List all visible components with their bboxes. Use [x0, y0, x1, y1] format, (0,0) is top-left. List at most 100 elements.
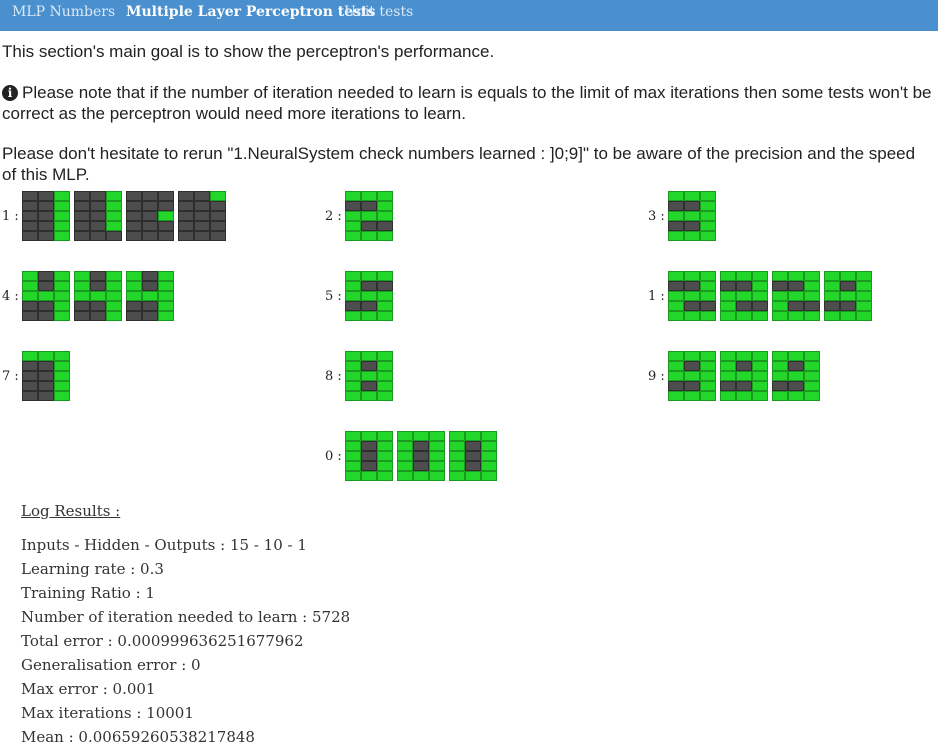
- intro-rerun: Please don't hesitate to rerun "1.Neural…: [2, 144, 916, 184]
- pixel-on: [428, 431, 445, 441]
- test-label: 5 :: [325, 288, 342, 304]
- pixel-off: [751, 301, 768, 311]
- pixel-off: [193, 201, 210, 211]
- pixel-on: [360, 291, 377, 301]
- pixel-on: [803, 391, 820, 401]
- pixel-off: [735, 301, 752, 311]
- pixel-on: [428, 471, 445, 481]
- pixel-off: [787, 301, 804, 311]
- pixel-off: [683, 281, 700, 291]
- pixel-off: [105, 231, 122, 241]
- pixel-off: [37, 391, 54, 401]
- pixel-off: [344, 201, 361, 211]
- pixel-on: [480, 461, 497, 471]
- pixel-on: [21, 271, 38, 281]
- pixel-on: [89, 291, 106, 301]
- pixel-on: [105, 291, 122, 301]
- pixel-on: [803, 361, 820, 371]
- pixel-on: [73, 291, 90, 301]
- pixel-on: [823, 281, 840, 291]
- pixel-on: [699, 351, 716, 361]
- pixel-on: [105, 281, 122, 291]
- pixel-on: [53, 391, 70, 401]
- pixel-off: [360, 441, 377, 451]
- pixel-off: [823, 301, 840, 311]
- pixel-off: [360, 461, 377, 471]
- test-group: 3 :: [648, 191, 720, 241]
- pixel-off: [787, 381, 804, 391]
- pixel-off: [21, 191, 38, 201]
- digit-grid: [344, 431, 393, 481]
- pixel-off: [37, 231, 54, 241]
- pixel-on: [105, 221, 122, 231]
- pixel-on: [464, 471, 481, 481]
- pixel-on: [719, 271, 736, 281]
- pixel-off: [21, 381, 38, 391]
- pixel-off: [73, 311, 90, 321]
- digit-grid: [125, 191, 174, 241]
- pixel-on: [787, 291, 804, 301]
- pixel-off: [141, 201, 158, 211]
- pixel-on: [396, 441, 413, 451]
- pixel-on: [209, 191, 226, 201]
- pixel-on: [751, 391, 768, 401]
- pixel-on: [480, 441, 497, 451]
- pixel-on: [376, 441, 393, 451]
- pixel-off: [73, 301, 90, 311]
- pixel-on: [448, 441, 465, 451]
- pixel-on: [787, 391, 804, 401]
- pixel-on: [53, 231, 70, 241]
- test-label: 3 :: [648, 208, 665, 224]
- pixel-off: [735, 281, 752, 291]
- pixel-on: [376, 461, 393, 471]
- pixel-on: [667, 211, 684, 221]
- intro-goal: This section's main goal is to show the …: [2, 42, 495, 61]
- test-group: 1 :: [2, 191, 230, 241]
- pixel-off: [89, 201, 106, 211]
- pixel-on: [157, 311, 174, 321]
- pixel-on: [480, 471, 497, 481]
- digit-grid: [177, 191, 226, 241]
- pixel-on: [667, 311, 684, 321]
- pixel-off: [839, 281, 856, 291]
- pixel-off: [699, 301, 716, 311]
- pixel-off: [89, 211, 106, 221]
- pixel-on: [719, 311, 736, 321]
- pixel-on: [448, 431, 465, 441]
- tab-mlp-numbers[interactable]: MLP Numbers: [12, 4, 115, 20]
- digit-grid: [344, 351, 393, 401]
- pixel-on: [823, 291, 840, 301]
- test-label: 1 :: [648, 288, 665, 304]
- digit-grid: [667, 351, 716, 401]
- digit-grid: [667, 271, 716, 321]
- pixel-on: [157, 271, 174, 281]
- pixel-off: [157, 201, 174, 211]
- pixel-on: [771, 391, 788, 401]
- pixel-on: [376, 451, 393, 461]
- intro-note: i Please note that if the number of itera…: [2, 82, 932, 124]
- pixel-on: [344, 231, 361, 241]
- tab-unit-tests[interactable]: Unit tests: [344, 4, 413, 20]
- pixel-off: [157, 221, 174, 231]
- pixel-on: [751, 371, 768, 381]
- pixel-on: [37, 351, 54, 361]
- pixel-on: [376, 471, 393, 481]
- pixel-off: [21, 201, 38, 211]
- pixel-on: [667, 391, 684, 401]
- pixel-off: [89, 191, 106, 201]
- pixel-off: [157, 191, 174, 201]
- pixel-off: [771, 381, 788, 391]
- pixel-off: [667, 281, 684, 291]
- pixel-on: [683, 271, 700, 281]
- pixel-on: [751, 291, 768, 301]
- pixel-on: [53, 311, 70, 321]
- pixel-on: [125, 291, 142, 301]
- pixel-on: [839, 291, 856, 301]
- tab-multiple-layer-perceptron-tests[interactable]: Multiple Layer Perceptron tests: [126, 4, 375, 20]
- pixel-on: [53, 361, 70, 371]
- test-label: 9 :: [648, 368, 665, 384]
- pixel-off: [73, 231, 90, 241]
- digit-grid: [125, 271, 174, 321]
- pixel-on: [376, 291, 393, 301]
- pixel-on: [376, 371, 393, 381]
